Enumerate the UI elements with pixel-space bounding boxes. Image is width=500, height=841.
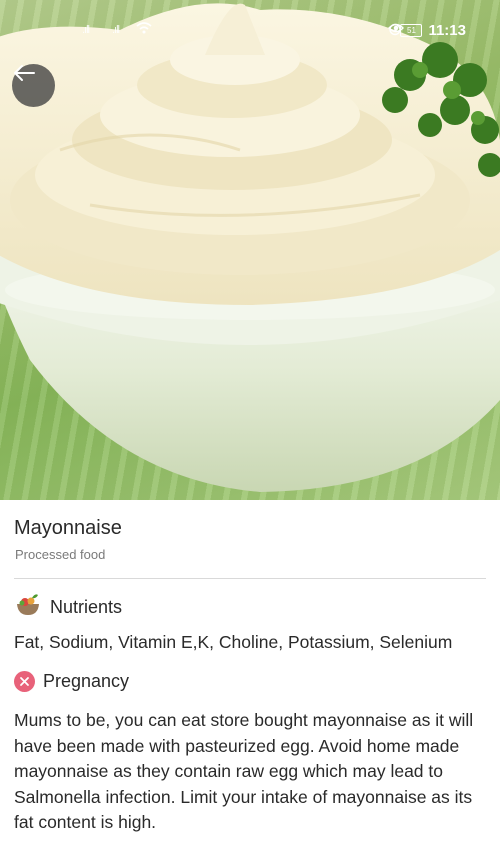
pregnancy-advice: Mums to be, you can eat store bought may… xyxy=(14,710,474,832)
status-bar: .ıll .ıll 51 11:13 xyxy=(0,18,500,46)
back-button[interactable] xyxy=(12,64,55,107)
close-circle-icon xyxy=(14,671,35,692)
arrow-left-icon xyxy=(14,65,35,81)
food-title: Mayonnaise xyxy=(14,517,122,539)
nutrients-header: Nutrients xyxy=(14,593,122,622)
status-time: 11:13 xyxy=(428,22,466,39)
mayonnaise-bowl-illustration xyxy=(0,3,500,492)
hero-image: .ıll .ıll 51 11:13 xyxy=(0,0,500,500)
food-category: Processed food xyxy=(15,547,106,562)
nutrients-list: Fat, Sodium, Vitamin E,K, Choline, Potas… xyxy=(14,632,453,652)
pregnancy-heading: Pregnancy xyxy=(43,671,130,691)
signal-icon-2: .ıll xyxy=(112,24,120,36)
nutrients-heading: Nutrients xyxy=(50,597,123,617)
signal-icon: .ıll xyxy=(82,24,90,36)
pregnancy-header: Pregnancy xyxy=(14,671,129,692)
divider xyxy=(14,578,486,579)
bowl-icon xyxy=(14,593,42,622)
